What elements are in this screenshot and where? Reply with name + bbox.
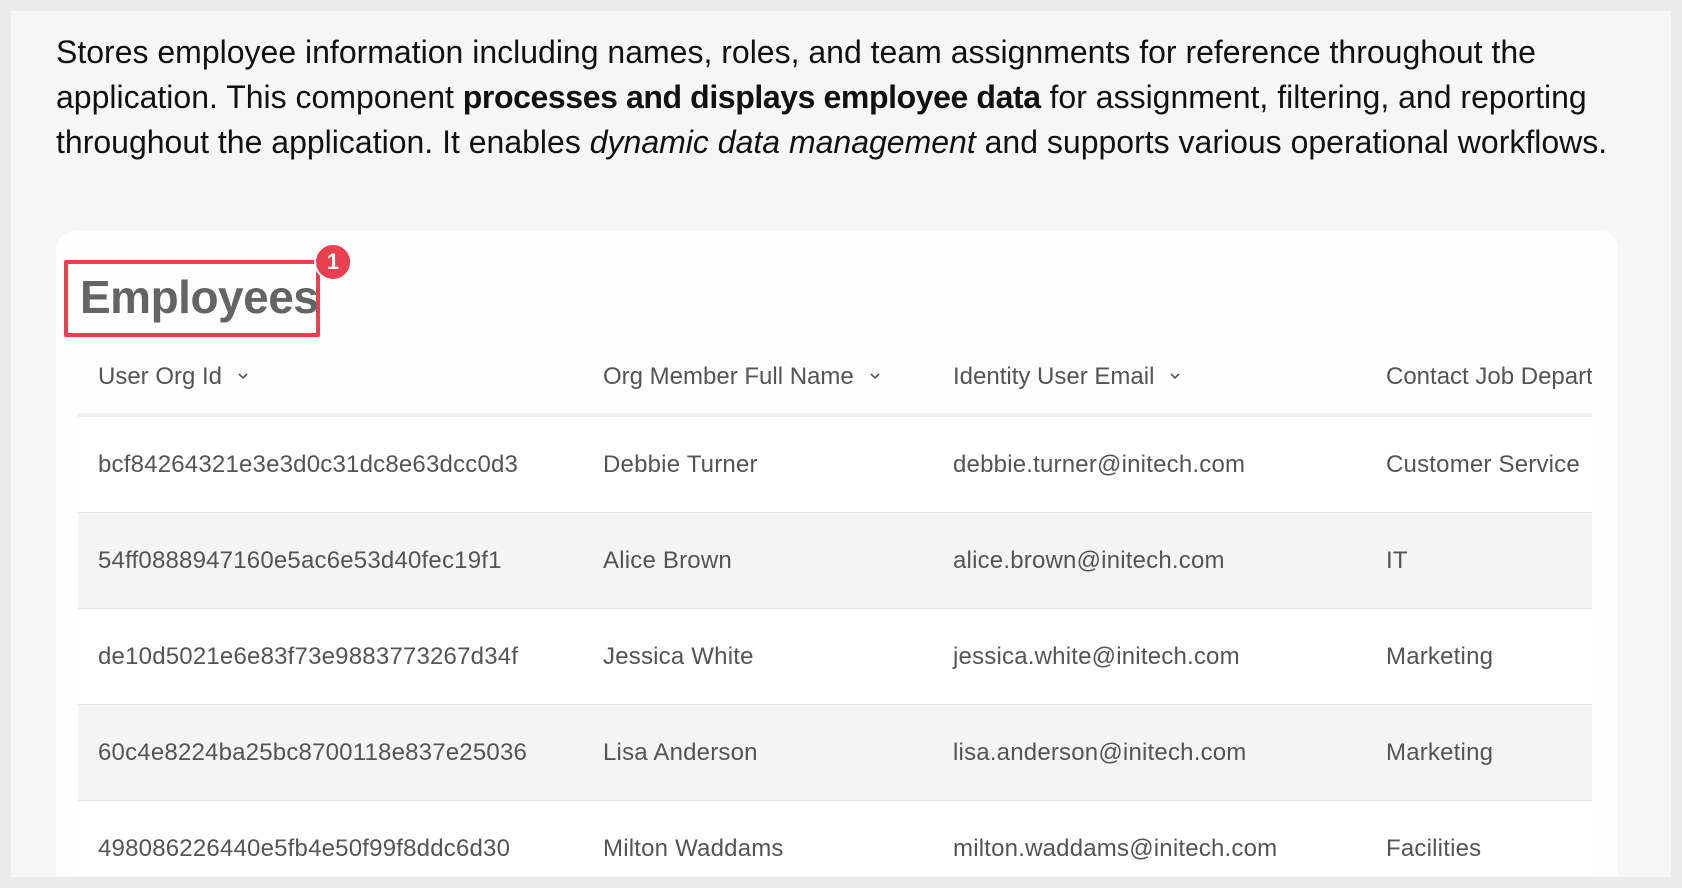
table-header-row: User Org Id Org Member Full Name Identit… [78, 341, 1592, 417]
description-italic-text: dynamic data management [589, 124, 976, 160]
employees-table-container[interactable]: User Org Id Org Member Full Name Identit… [78, 341, 1592, 877]
description-text-3: and supports various operational workflo… [975, 124, 1608, 160]
column-header-label: Contact Job Department [1386, 363, 1592, 390]
cell-department: Marketing [1366, 608, 1592, 705]
cell-full-name: Jessica White [583, 608, 933, 705]
column-header-label: User Org Id [98, 363, 223, 390]
cell-user-org-id: de10d5021e6e83f73e9883773267d34f [78, 608, 583, 705]
column-header-user-org-id[interactable]: User Org Id [78, 341, 583, 417]
cell-full-name: Milton Waddams [583, 800, 933, 877]
cell-email: lisa.anderson@initech.com [933, 704, 1366, 801]
cell-email: milton.waddams@initech.com [933, 800, 1366, 877]
table-row[interactable]: 54ff0888947160e5ac6e53d40fec19f1 Alice B… [78, 512, 1592, 609]
cell-email: jessica.white@initech.com [933, 608, 1366, 705]
cell-user-org-id: bcf84264321e3e3d0c31dc8e63dcc0d3 [78, 415, 583, 513]
cell-department: Marketing [1366, 704, 1592, 801]
cell-user-org-id: 54ff0888947160e5ac6e53d40fec19f1 [78, 512, 583, 609]
table-row[interactable]: 498086226440e5fb4e50f99f8ddc6d30 Milton … [78, 800, 1592, 877]
cell-email: debbie.turner@initech.com [933, 415, 1366, 513]
column-header-org-member-full-name[interactable]: Org Member Full Name [583, 341, 933, 417]
annotation-badge: 1 [314, 243, 352, 281]
cell-department: IT [1366, 512, 1592, 609]
cell-user-org-id: 498086226440e5fb4e50f99f8ddc6d30 [78, 800, 583, 877]
cell-user-org-id: 60c4e8224ba25bc8700118e837e25036 [78, 704, 583, 801]
card-title: Employees [80, 271, 319, 323]
column-header-label: Identity User Email [953, 363, 1155, 390]
chevron-down-icon[interactable] [870, 371, 880, 381]
table-row[interactable]: 60c4e8224ba25bc8700118e837e25036 Lisa An… [78, 704, 1592, 801]
column-header-identity-user-email[interactable]: Identity User Email [933, 341, 1366, 417]
employees-table: User Org Id Org Member Full Name Identit… [78, 341, 1592, 877]
cell-full-name: Alice Brown [583, 512, 933, 609]
column-header-contact-job-department[interactable]: Contact Job Department [1366, 341, 1592, 417]
content-panel: Stores employee information including na… [11, 11, 1671, 877]
cell-full-name: Debbie Turner [583, 415, 933, 513]
chevron-down-icon[interactable] [1170, 371, 1180, 381]
table-row[interactable]: de10d5021e6e83f73e9883773267d34f Jessica… [78, 608, 1592, 705]
cell-department: Facilities [1366, 800, 1592, 877]
description-bold-text: processes and displays employee data [462, 79, 1041, 115]
cell-full-name: Lisa Anderson [583, 704, 933, 801]
employees-card: Employees 1 User Org Id Org Member Full … [56, 231, 1618, 877]
table-row[interactable]: bcf84264321e3e3d0c31dc8e63dcc0d3 Debbie … [78, 415, 1592, 513]
cell-email: alice.brown@initech.com [933, 512, 1366, 609]
chevron-down-icon[interactable] [238, 371, 248, 381]
component-description: Stores employee information including na… [56, 30, 1656, 165]
cell-department: Customer Service [1366, 415, 1592, 513]
column-header-label: Org Member Full Name [603, 363, 854, 390]
